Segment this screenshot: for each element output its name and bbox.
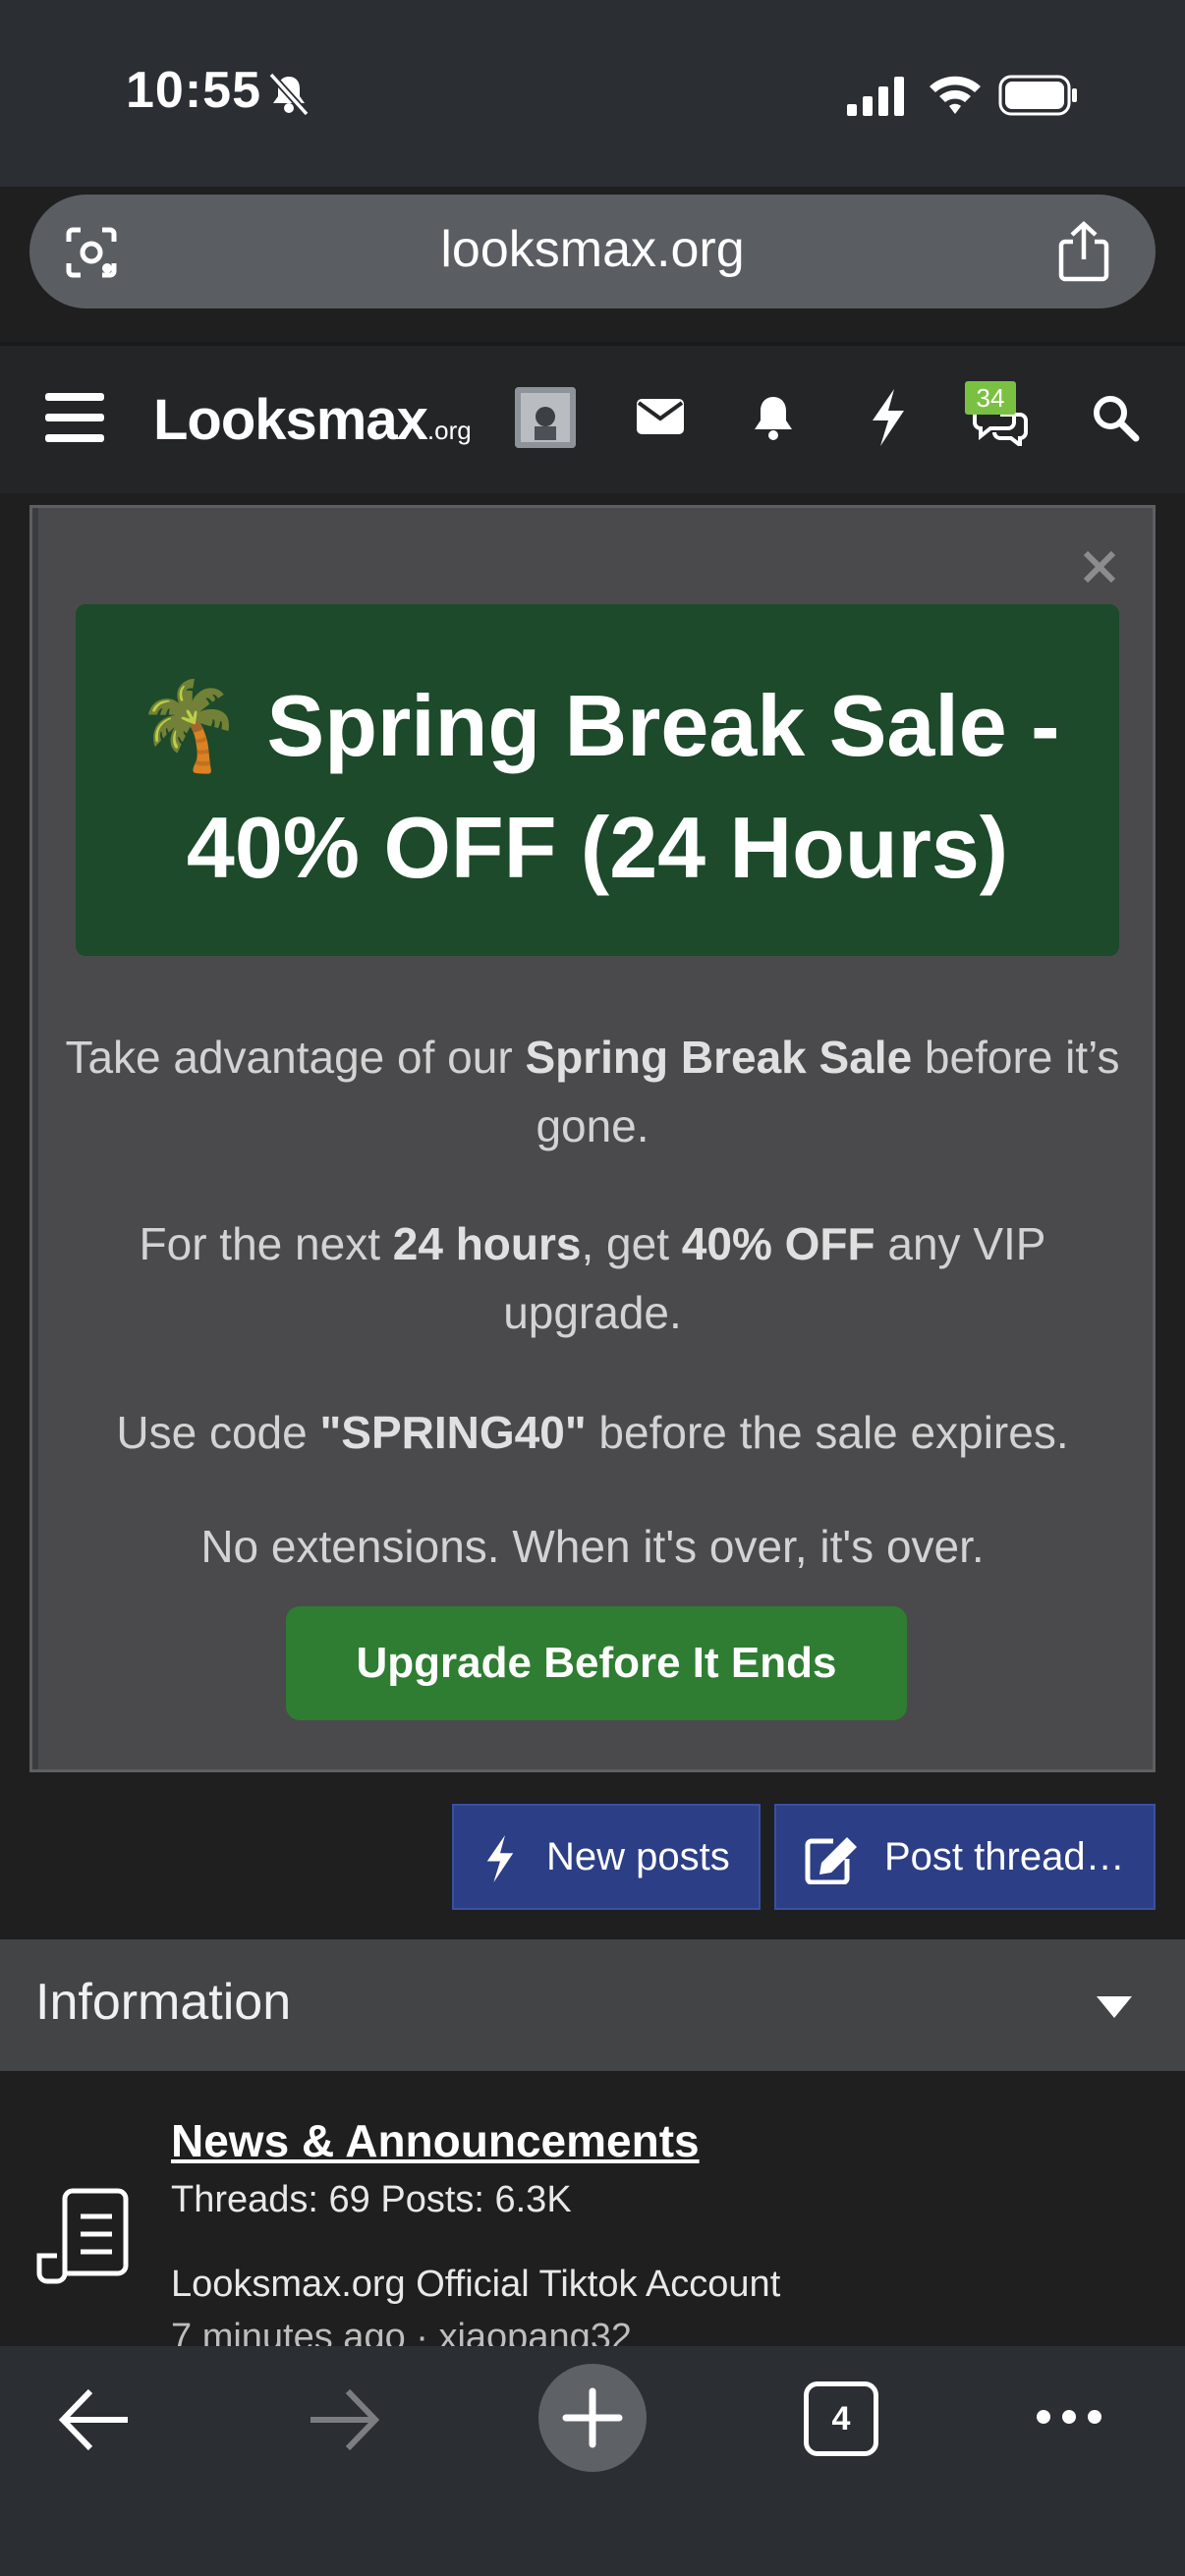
new-tab-button[interactable]: [538, 2364, 647, 2472]
forum-stats: Threads: 69 Posts: 6.3K: [171, 2179, 572, 2220]
forum-header: Looksmax.org 34: [0, 346, 1185, 493]
logo-main: Looksmax: [153, 388, 428, 452]
wifi-icon: [930, 76, 981, 114]
avatar[interactable]: [515, 387, 576, 448]
share-icon[interactable]: [1055, 220, 1112, 283]
address-bar[interactable]: looksmax.org: [29, 195, 1156, 308]
promo-title-text: Spring Break Sale - 40% OFF (24 Hours): [186, 677, 1060, 896]
new-posts-label: New posts: [546, 1835, 730, 1878]
latest-thread-link[interactable]: Looksmax.org Official Tiktok Account: [171, 2264, 780, 2306]
new-posts-button[interactable]: New posts: [452, 1804, 761, 1910]
search-icon[interactable]: [1091, 393, 1140, 442]
site-logo[interactable]: Looksmax.org: [153, 387, 472, 453]
section-title: Information: [35, 1974, 292, 2031]
promo-paragraph-2: For the next 24 hours, get 40% OFF any V…: [139, 1218, 1046, 1338]
promo-title: 🌴 Spring Break Sale - 40% OFF (24 Hours): [76, 665, 1119, 909]
status-bar: 10:55 looksmax.org: [0, 0, 1185, 308]
upgrade-button[interactable]: Upgrade Before It Ends: [286, 1606, 907, 1720]
caret-down-icon[interactable]: [1097, 1996, 1132, 2018]
promo-modal: 🌴 Spring Break Sale - 40% OFF (24 Hours)…: [29, 505, 1156, 1772]
promo-paragraph-3: Use code "SPRING40" before the sale expi…: [116, 1407, 1069, 1458]
url-text[interactable]: looksmax.org: [29, 220, 1156, 279]
cell-signal-icon: [847, 77, 904, 116]
lightning-bolt-icon[interactable]: [869, 389, 908, 446]
forward-arrow-icon[interactable]: [307, 2385, 381, 2454]
palm-tree-icon: 🌴: [135, 677, 244, 774]
close-icon[interactable]: [1080, 547, 1119, 587]
browser-toolbar: 4: [0, 2346, 1185, 2576]
bell-slash-icon: [268, 72, 310, 117]
hamburger-menu-icon[interactable]: [45, 391, 104, 444]
promo-paragraph-4: No extensions. When it's over, it's over…: [200, 1521, 985, 1572]
modal-accent-bar: [32, 508, 38, 1769]
back-arrow-icon[interactable]: [57, 2385, 132, 2454]
avatar-image: [515, 387, 576, 448]
more-options-icon[interactable]: [1034, 2405, 1104, 2429]
envelope-icon[interactable]: [637, 397, 684, 436]
section-header[interactable]: Information: [0, 1939, 1185, 2071]
post-thread-label: Post thread…: [884, 1835, 1125, 1878]
logo-suffix: .org: [426, 416, 472, 445]
conversations-badge: 34: [965, 381, 1016, 415]
forum-title-link[interactable]: News & Announcements: [171, 2114, 700, 2167]
forum-row[interactable]: News & Announcements Threads: 69 Posts: …: [0, 2071, 1185, 2358]
promo-paragraph-1: Take advantage of our Spring Break Sale …: [65, 1032, 1120, 1151]
bell-icon[interactable]: [751, 393, 796, 442]
promo-banner: 🌴 Spring Break Sale - 40% OFF (24 Hours): [76, 604, 1119, 956]
post-thread-button[interactable]: Post thread…: [774, 1804, 1156, 1910]
tab-switcher-button[interactable]: 4: [804, 2381, 878, 2456]
document-icon: [36, 2188, 129, 2284]
edit-icon: [805, 1837, 857, 1884]
lightning-bolt-icon: [486, 1835, 514, 1882]
battery-icon: [998, 75, 1077, 116]
status-time: 10:55: [126, 62, 261, 119]
plus-icon: [562, 2387, 623, 2448]
